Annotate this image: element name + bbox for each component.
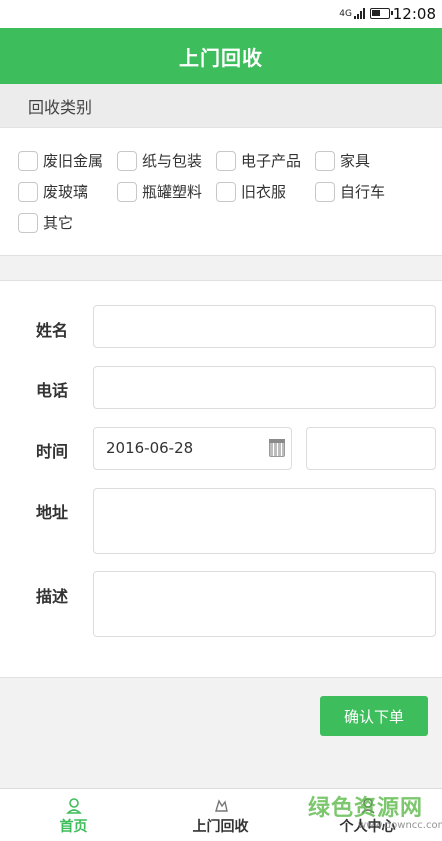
category-label: 其它 [43,214,74,232]
signal-icon [354,8,366,19]
category-label: 自行车 [340,183,386,201]
checkbox[interactable] [117,150,137,171]
page-title: 上门回收 [179,45,263,70]
category-label: 瓶罐塑料 [142,183,203,201]
category-checkbox-group: 废旧金属 纸与包装 电子产品 家具 废玻璃 瓶罐塑料 旧衣服 自行车 其它 [0,128,442,256]
address-textarea[interactable] [93,488,436,554]
name-label: 姓名 [36,321,69,340]
tab-label: 上门回收 [192,819,249,835]
category-checkbox-furniture[interactable]: 家具 [315,150,370,171]
category-checkbox-electronics[interactable]: 电子产品 [216,150,301,171]
checkbox[interactable] [18,181,38,202]
category-label: 家具 [340,152,371,170]
checkbox[interactable] [117,181,137,202]
order-form: 姓名 电话 时间 2016-06-28 地址 描述 [0,280,442,678]
checkbox[interactable] [216,181,236,202]
tab-profile[interactable]: 个人中心 [294,789,441,841]
category-checkbox-other[interactable]: 其它 [18,212,73,233]
recycle-icon [215,799,228,812]
checkbox[interactable] [18,150,38,171]
checkbox[interactable] [315,181,335,202]
address-label: 地址 [36,503,69,522]
tab-pickup-recycle[interactable]: 上门回收 [147,789,294,841]
tab-label: 个人中心 [339,819,396,835]
category-section-header: 回收类别 [0,84,442,128]
category-label: 旧衣服 [241,183,287,201]
status-bar: 4G 12:08 [0,0,442,28]
date-picker-field[interactable]: 2016-06-28 [93,427,292,470]
date-value: 2016-06-28 [106,439,194,457]
category-label: 废旧金属 [43,152,104,170]
user-outline-icon [66,798,82,814]
category-checkbox-glass[interactable]: 废玻璃 [18,181,88,202]
person-icon [361,798,375,814]
tab-home[interactable]: 首页 [0,789,147,841]
category-checkbox-metal[interactable]: 废旧金属 [18,150,103,171]
category-checkbox-bicycle[interactable]: 自行车 [315,181,385,202]
phone-field[interactable] [93,366,436,409]
clock: 12:08 [392,5,436,23]
checkbox[interactable] [216,150,236,171]
category-section-title: 回收类别 [28,97,93,117]
network-indicator: 4G [339,9,352,19]
confirm-order-button[interactable]: 确认下单 [320,696,428,736]
calendar-icon[interactable] [269,439,285,457]
description-textarea[interactable] [93,571,436,637]
battery-icon [370,8,393,19]
name-field[interactable] [93,305,436,348]
category-label: 电子产品 [241,152,302,170]
checkbox[interactable] [18,212,38,233]
category-checkbox-plastic[interactable]: 瓶罐塑料 [117,181,202,202]
time-picker-field[interactable] [306,427,436,470]
category-checkbox-paper[interactable]: 纸与包装 [117,150,202,171]
description-label: 描述 [36,587,69,606]
category-label: 纸与包装 [142,152,203,170]
time-label: 时间 [36,442,69,461]
checkbox[interactable] [315,150,335,171]
phone-label: 电话 [36,381,69,400]
category-checkbox-clothes[interactable]: 旧衣服 [216,181,286,202]
app-header: 上门回收 [0,28,442,84]
bottom-tab-bar: 首页 上门回收 个人中心 [0,788,442,841]
tab-label: 首页 [59,819,88,835]
category-label: 废玻璃 [43,183,89,201]
